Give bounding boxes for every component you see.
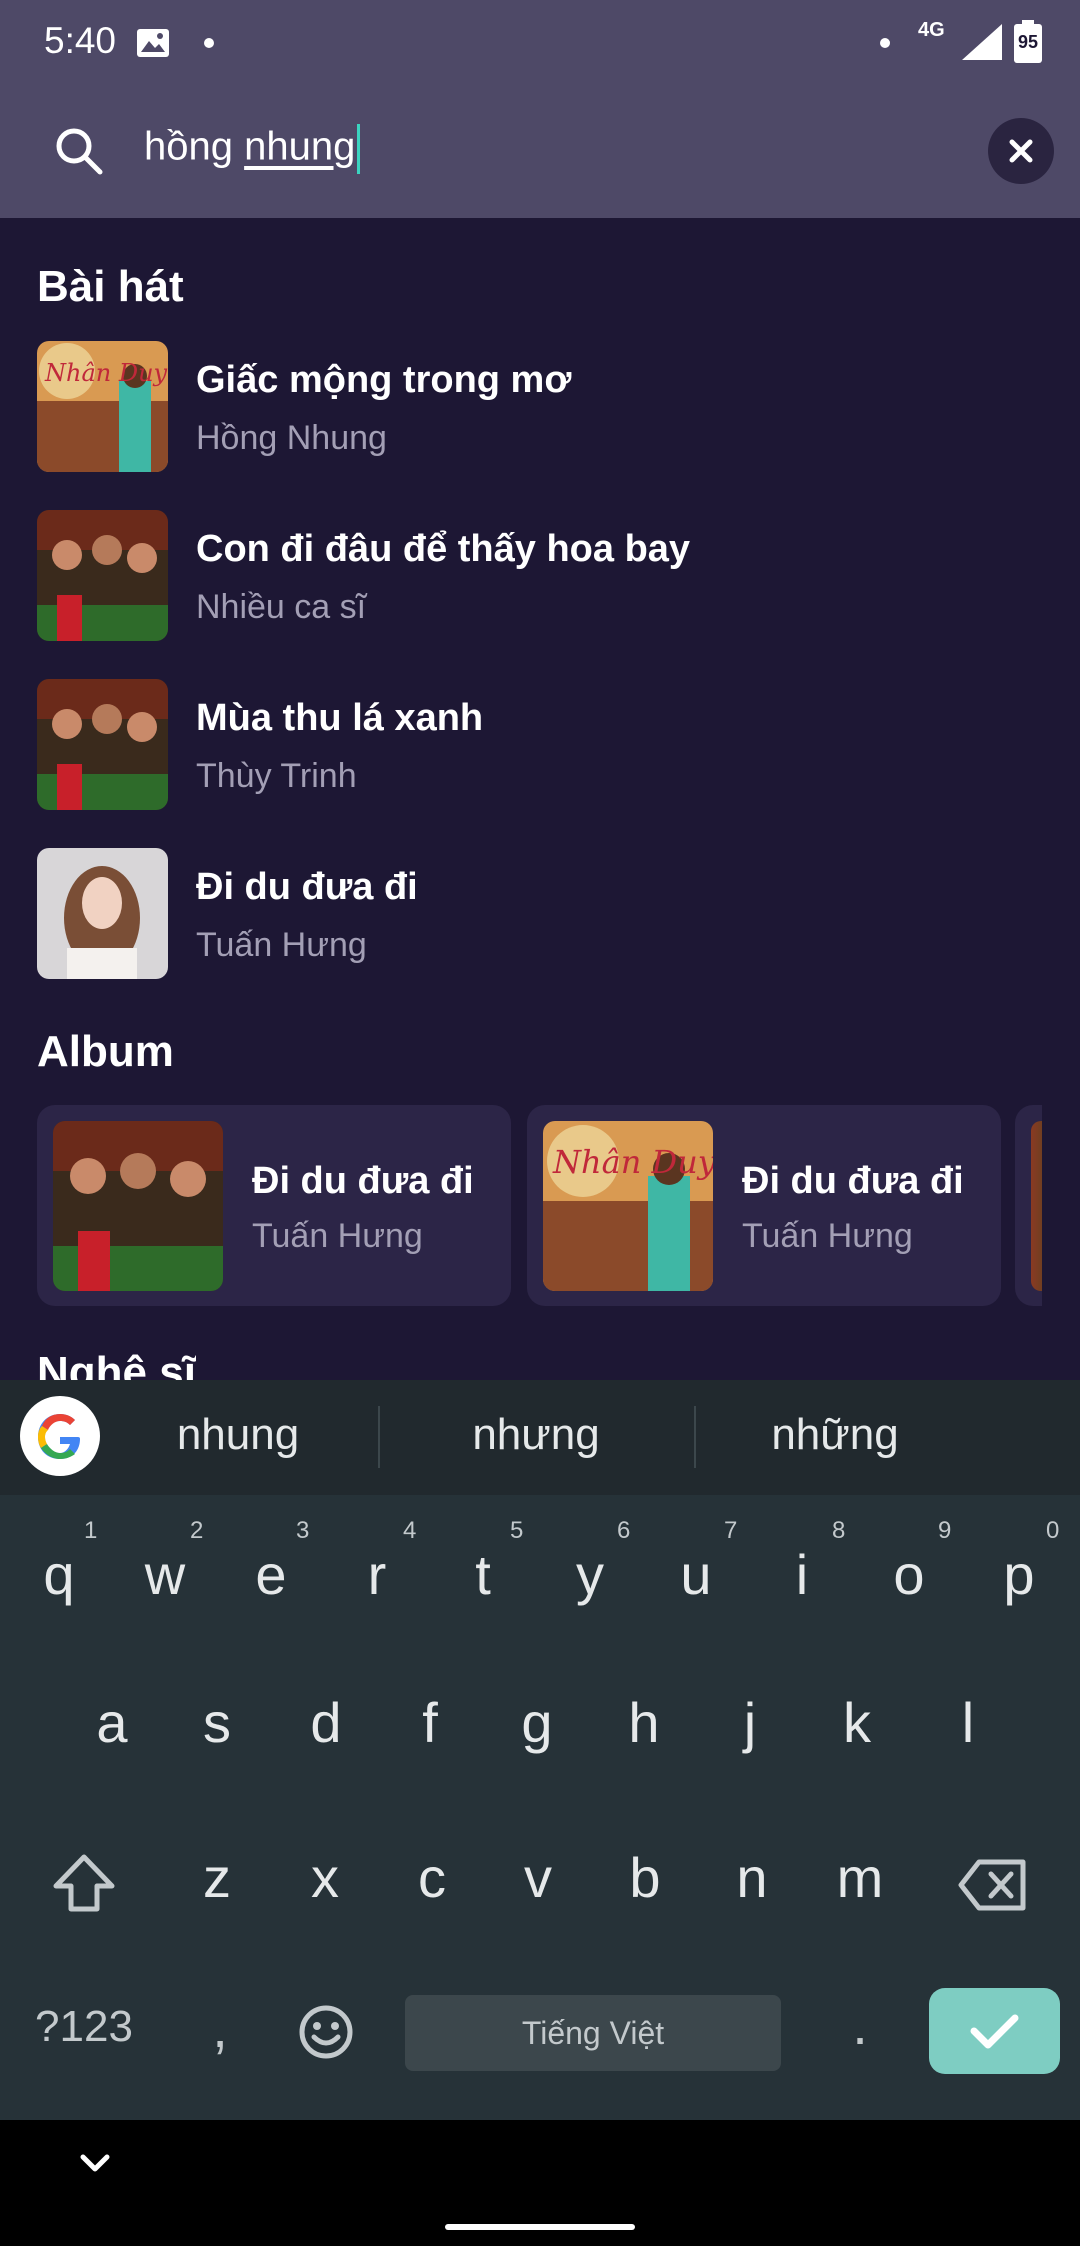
emoji-icon[interactable]	[296, 2002, 356, 2062]
suggestion-divider	[378, 1406, 380, 1468]
backspace-icon[interactable]	[957, 1858, 1029, 1912]
key-h[interactable]: h	[594, 1690, 694, 1755]
suggestion-3[interactable]: những	[685, 1410, 985, 1460]
key-a[interactable]: a	[62, 1690, 162, 1755]
song-item[interactable]: Con đi đâu để thấy hoa bay Nhiều ca sĩ	[37, 510, 1047, 642]
key-e[interactable]: e	[221, 1542, 321, 1607]
song-artwork	[37, 679, 168, 810]
key-n[interactable]: n	[702, 1845, 802, 1910]
song-artwork	[37, 510, 168, 641]
period-key[interactable]: .	[810, 1992, 910, 2057]
key-o[interactable]: o	[859, 1542, 959, 1607]
song-item[interactable]: Mùa thu lá xanh Thùy Trinh	[37, 679, 1047, 811]
song-title: Giấc mộng trong mơ	[196, 359, 572, 401]
search-query-composing: nhung	[244, 124, 356, 169]
symbols-key[interactable]: ?123	[14, 2002, 154, 2052]
comma-key[interactable]: ,	[170, 1995, 270, 2060]
suggestion-1[interactable]: nhung	[88, 1410, 388, 1460]
album-artwork	[53, 1121, 223, 1291]
song-artist: Tuấn Hưng	[196, 926, 367, 964]
key-c[interactable]: c	[382, 1845, 482, 1910]
key-m[interactable]: m	[810, 1845, 910, 1910]
search-input[interactable]: hồng nhung	[144, 124, 361, 174]
key-s[interactable]: s	[167, 1690, 267, 1755]
key-hint: 9	[938, 1517, 952, 1544]
suggestion-bar: nhung nhưng những	[0, 1380, 1080, 1495]
status-dot-icon	[880, 38, 890, 48]
battery-level: 95	[1017, 32, 1039, 52]
status-time: 5:40	[44, 20, 117, 61]
key-hint: 4	[403, 1517, 417, 1544]
cell-signal-icon	[962, 24, 1002, 60]
key-hint: 0	[1046, 1517, 1060, 1544]
hide-keyboard-chevron-icon[interactable]	[78, 2152, 112, 2174]
album-artist: Tuấn Hưng	[742, 1217, 913, 1255]
song-artwork	[37, 848, 168, 979]
song-artist: Nhiều ca sĩ	[196, 588, 367, 626]
key-p[interactable]: p	[969, 1542, 1069, 1607]
key-j[interactable]: j	[700, 1690, 800, 1755]
navigation-bar	[0, 2120, 1080, 2246]
key-hint: 1	[84, 1517, 98, 1544]
key-v[interactable]: v	[488, 1845, 588, 1910]
soft-keyboard: nhung nhưng những q 1 w 2 e 3 r 4 t 5 y …	[0, 1380, 1080, 2120]
song-title: Mùa thu lá xanh	[196, 697, 484, 739]
key-hint: 6	[617, 1517, 631, 1544]
key-hint: 5	[510, 1517, 524, 1544]
shift-icon[interactable]	[50, 1852, 118, 1914]
clear-search-button[interactable]	[988, 118, 1054, 184]
checkmark-icon	[970, 2014, 1019, 2049]
image-notification-icon	[137, 29, 169, 57]
key-hint: 2	[190, 1517, 204, 1544]
art-text: Nhân Duyên	[44, 359, 168, 387]
key-q[interactable]: q	[9, 1542, 109, 1607]
notification-dot-icon	[204, 38, 214, 48]
album-title: Đi du đưa đi	[742, 1160, 964, 1202]
search-icon[interactable]	[54, 126, 104, 176]
close-icon	[1009, 139, 1033, 163]
album-artwork: Nhân Duyên	[543, 1121, 713, 1291]
album-artist: Tuấn Hưng	[252, 1217, 423, 1255]
search-query-text: hồng	[144, 124, 245, 169]
song-title: Đi du đưa đi	[196, 866, 418, 908]
song-artwork: Nhân Duyên	[37, 341, 168, 472]
suggestion-2[interactable]: nhưng	[386, 1410, 686, 1460]
key-d[interactable]: d	[276, 1690, 376, 1755]
key-hint: 8	[832, 1517, 846, 1544]
song-artist: Thùy Trinh	[196, 757, 357, 795]
song-artist: Hồng Nhung	[196, 419, 387, 457]
album-title: Đi du đưa đi	[252, 1160, 474, 1202]
key-k[interactable]: k	[807, 1690, 907, 1755]
song-title: Con đi đâu để thấy hoa bay	[196, 528, 691, 570]
album-section-title: Album	[37, 1027, 174, 1076]
song-item[interactable]: Đi du đưa đi Tuấn Hưng	[37, 848, 1047, 980]
text-caret	[357, 124, 361, 174]
key-l[interactable]: l	[918, 1690, 1018, 1755]
enter-key[interactable]	[929, 1988, 1060, 2074]
key-i[interactable]: i	[752, 1542, 852, 1607]
album-card-peek[interactable]	[1015, 1105, 1042, 1306]
art-text: Nhân Duyên	[552, 1143, 713, 1181]
home-gesture-bar[interactable]	[445, 2224, 635, 2230]
app-header: 5:40 4G 95 hồng nhung	[0, 0, 1080, 218]
key-hint: 3	[296, 1517, 310, 1544]
artists-section-title: Nghệ sĩ	[37, 1350, 196, 1380]
key-y[interactable]: y	[540, 1542, 640, 1607]
key-g[interactable]: g	[487, 1690, 587, 1755]
key-r[interactable]: r	[327, 1542, 427, 1607]
album-card[interactable]: Nhân Duyên Đi du đưa đi Tuấn Hưng	[527, 1105, 1001, 1306]
network-type: 4G	[918, 19, 945, 41]
key-t[interactable]: t	[433, 1542, 533, 1607]
song-item[interactable]: Nhân Duyên Giấc mộng trong mơ Hồng Nhung	[37, 341, 1047, 473]
space-key[interactable]: Tiếng Việt	[405, 1995, 781, 2071]
key-hint: 7	[724, 1517, 738, 1544]
album-card[interactable]: Đi du đưa đi Tuấn Hưng	[37, 1105, 511, 1306]
key-f[interactable]: f	[380, 1690, 480, 1755]
key-w[interactable]: w	[115, 1542, 215, 1607]
key-x[interactable]: x	[275, 1845, 375, 1910]
key-u[interactable]: u	[646, 1542, 746, 1607]
key-b[interactable]: b	[595, 1845, 695, 1910]
songs-section-title: Bài hát	[37, 262, 184, 311]
key-z[interactable]: z	[167, 1845, 267, 1910]
